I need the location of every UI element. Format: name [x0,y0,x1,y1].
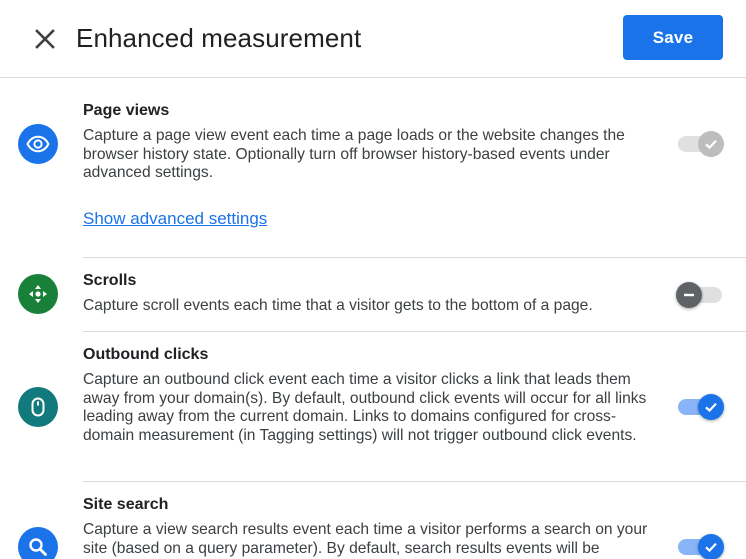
page-views-toggle[interactable] [676,129,724,159]
close-button[interactable] [30,24,60,54]
scrolls-title: Scrolls [83,272,137,289]
page-title: Enhanced measurement [76,23,362,53]
scrolls-toggle[interactable] [676,280,724,310]
scrolls-description: Capture scroll events each time that a v… [83,297,593,314]
search-icon [29,538,47,556]
scrolls-badge [18,274,58,314]
site-search-description: Capture a view search results event each… [83,521,648,557]
checkmark-icon [705,139,717,150]
minus-icon [684,293,694,297]
page-views-description: Capture a page view event each time a pa… [83,127,625,182]
show-advanced-settings-link[interactable]: Show advanced settings [83,208,267,230]
toggle-thumb [698,131,724,157]
checkmark-icon [705,402,717,413]
divider [83,481,746,482]
toggle-thumb [698,534,724,559]
save-button[interactable]: Save [623,15,723,60]
toggle-thumb [698,394,724,420]
outbound-clicks-badge [18,387,58,427]
eye-icon [26,135,50,153]
dialog-header: Enhanced measurement Save [0,0,746,78]
outbound-clicks-title: Outbound clicks [83,346,209,363]
outbound-clicks-description: Capture an outbound click event each tim… [83,371,647,444]
divider [83,331,746,332]
checkmark-icon [705,542,717,553]
divider [83,257,746,258]
close-icon [35,29,55,49]
page-views-badge [18,124,58,164]
scroll-arrows-icon [29,285,47,303]
toggle-thumb [676,282,702,308]
outbound-clicks-toggle[interactable] [676,392,724,422]
mouse-icon [31,397,45,417]
site-search-toggle[interactable] [676,532,724,559]
page-views-title: Page views [83,102,170,119]
site-search-title: Site search [83,496,169,513]
site-search-badge [18,527,58,559]
